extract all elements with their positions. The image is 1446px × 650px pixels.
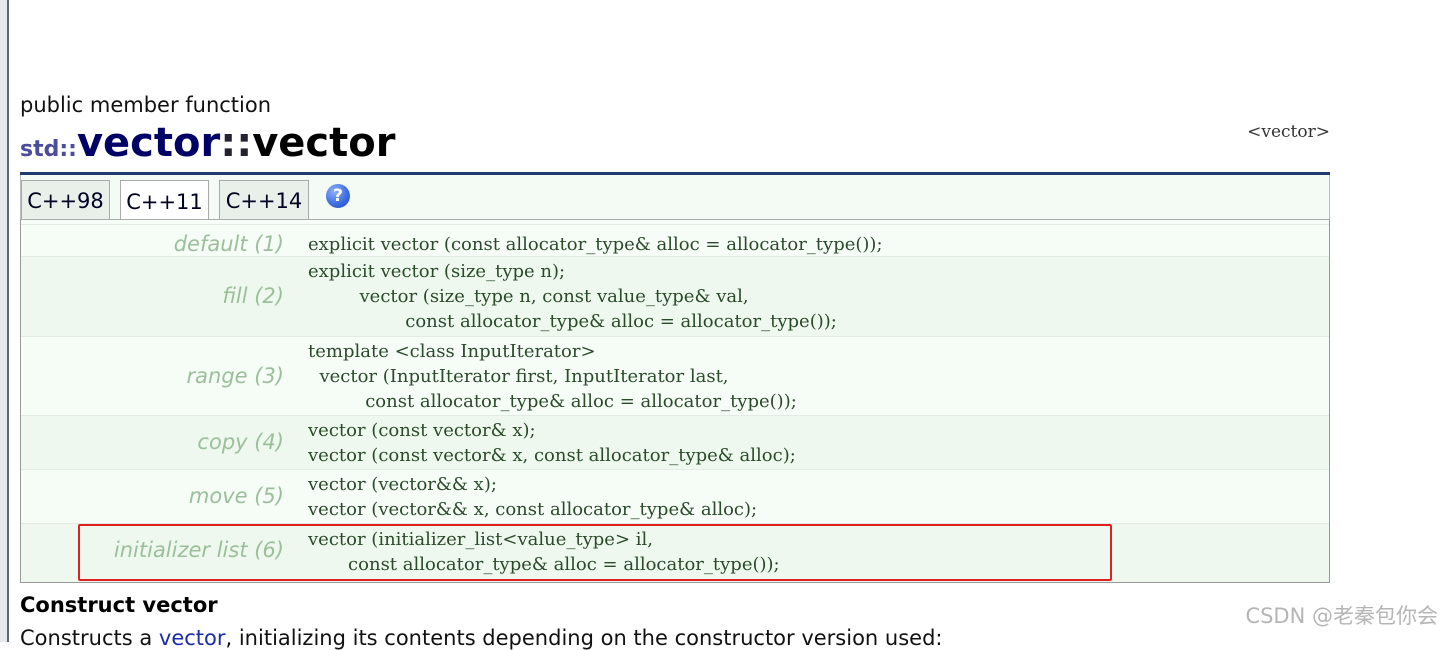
tab-cpp14[interactable]: C++14 xyxy=(219,180,309,220)
description-prefix: Constructs a xyxy=(20,626,159,650)
signature-label: move (5) xyxy=(188,484,284,508)
scope-separator: :: xyxy=(220,120,253,166)
signature-label: default (1) xyxy=(173,232,284,256)
member-name: vector xyxy=(252,120,396,166)
watermark: CSDN @老秦包你会 xyxy=(1245,604,1438,628)
tab-cpp98[interactable]: C++98 xyxy=(21,180,110,220)
class-name[interactable]: vector xyxy=(77,120,220,166)
vector-link[interactable]: vector xyxy=(159,626,226,650)
member-kind-label: public member function xyxy=(20,93,272,117)
signature-code: vector (const vector& x); vector (const … xyxy=(308,420,796,466)
namespace-prefix: std:: xyxy=(20,137,77,162)
page-title: std::vector::vector xyxy=(20,120,395,166)
signature-row-copy: copy (4) vector (const vector& x); vecto… xyxy=(21,415,1329,469)
tab-cpp11[interactable]: C++11 xyxy=(120,180,209,222)
signature-code: explicit vector (size_type n); vector (s… xyxy=(308,261,837,332)
signature-code: template <class InputIterator> vector (I… xyxy=(308,341,797,412)
signature-row-move: move (5) vector (vector&& x); vector (ve… xyxy=(21,469,1329,523)
signature-code: vector (vector&& x); vector (vector&& x,… xyxy=(308,474,758,520)
section-heading: Construct vector xyxy=(20,593,218,617)
signature-label: range (3) xyxy=(186,364,284,388)
description-text: Constructs a vector, initializing its co… xyxy=(20,626,943,650)
signature-label: copy (4) xyxy=(197,430,284,454)
highlight-annotation xyxy=(78,524,1112,581)
signature-row-default: default (1) explicit vector (const alloc… xyxy=(21,224,1329,256)
left-border xyxy=(0,0,9,642)
description-suffix: , initializing its contents depending on… xyxy=(225,626,943,650)
signature-row-fill: fill (2) explicit vector (size_type n); … xyxy=(21,256,1329,336)
header-file-link[interactable]: <vector> xyxy=(1247,122,1330,142)
tab-strip xyxy=(20,175,1330,219)
signature-label: fill (2) xyxy=(222,284,284,308)
signature-row-range: range (3) template <class InputIterator>… xyxy=(21,336,1329,415)
question-mark-icon[interactable]: ? xyxy=(326,184,350,208)
signature-code: explicit vector (const allocator_type& a… xyxy=(308,234,883,255)
